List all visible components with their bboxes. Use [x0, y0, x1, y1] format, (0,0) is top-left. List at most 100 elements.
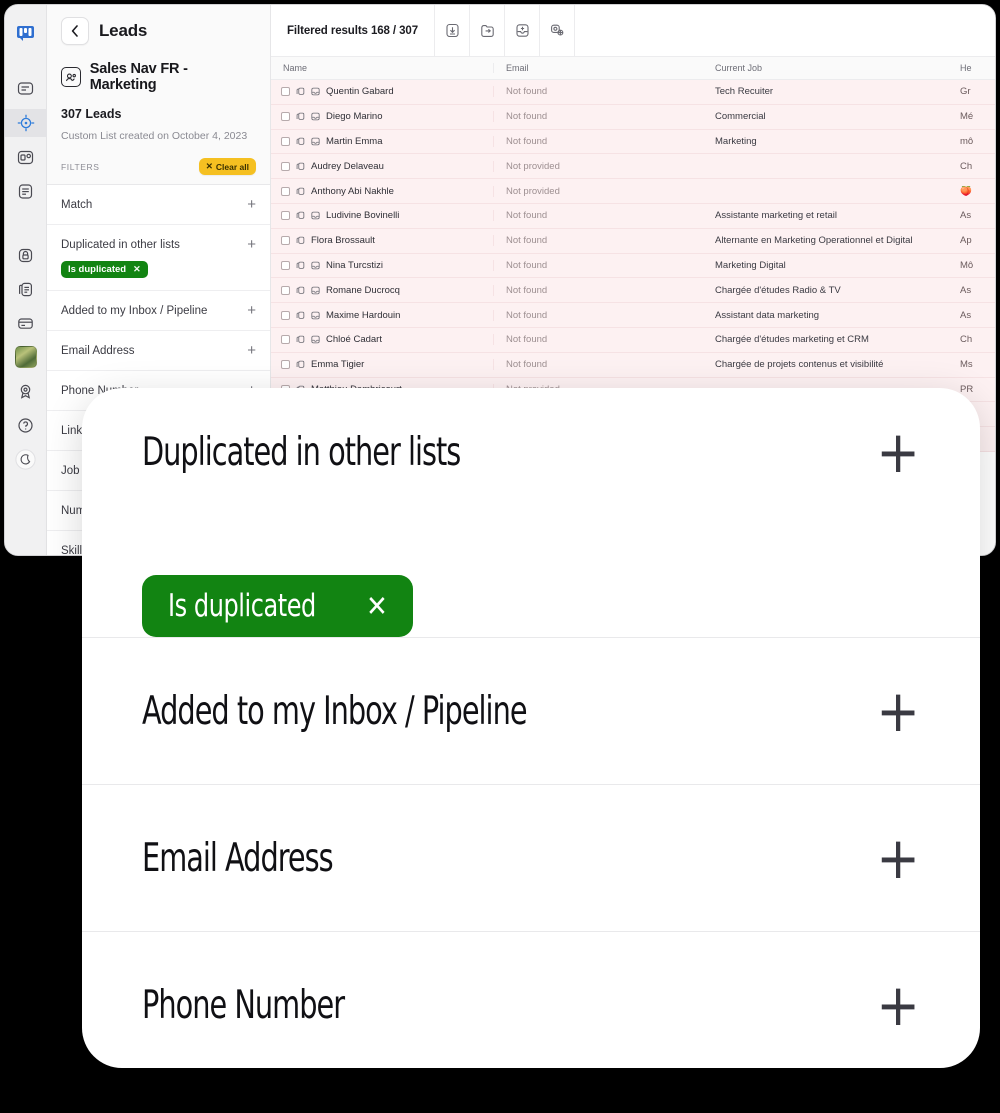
row-checkbox[interactable]	[281, 310, 290, 320]
avatar[interactable]	[12, 343, 40, 371]
table-row[interactable]: Emma Tigier Not found Chargée de projets c…	[271, 352, 995, 378]
cell-name[interactable]: Quentin Gabard	[271, 86, 493, 97]
cell-name[interactable]: Ludivine Bovinelli	[271, 210, 493, 221]
badge-award-icon[interactable]	[12, 377, 40, 405]
table-row[interactable]: Ludivine Bovinelli Not found Assistante ma…	[271, 203, 995, 229]
table-row[interactable]: Quentin Gabard Not found Tech Recuiter Gr	[271, 80, 995, 105]
inbox-icon[interactable]	[311, 311, 320, 320]
copy-icon[interactable]	[296, 211, 305, 220]
table-row[interactable]: Flora Brossault Not found Alternante en Ma…	[271, 228, 995, 254]
row-checkbox[interactable]	[281, 285, 290, 295]
plus-icon[interactable]: +	[247, 237, 256, 252]
cell-name[interactable]: Flora Brossault	[271, 235, 493, 246]
overlay-filter-row-inbox-pipeline[interactable]: Added to my Inbox / Pipeline +	[82, 638, 980, 785]
cell-name[interactable]: Anthony Abi Nakhle	[271, 186, 493, 197]
inbox-icon[interactable]	[311, 112, 320, 121]
plus-icon[interactable]: +	[876, 976, 920, 1034]
row-checkbox[interactable]	[281, 360, 290, 370]
add-to-list-icon[interactable]	[505, 5, 540, 56]
download-icon[interactable]	[435, 5, 470, 56]
copy-icon[interactable]	[296, 286, 305, 295]
copy-icon[interactable]	[296, 335, 305, 344]
plus-icon[interactable]: +	[876, 423, 920, 481]
plus-icon[interactable]: +	[876, 829, 920, 887]
copy-icon[interactable]	[296, 360, 305, 369]
copy-icon[interactable]	[296, 112, 305, 121]
cell-name[interactable]: Martin Emma	[271, 136, 493, 147]
column-header-headline[interactable]: He	[948, 63, 995, 73]
plus-icon[interactable]: +	[247, 303, 256, 318]
clear-all-button[interactable]: ✕ Clear all	[198, 158, 256, 175]
row-checkbox[interactable]	[281, 236, 290, 246]
cell-name[interactable]: Diego Marino	[271, 111, 493, 122]
cell-name[interactable]: Chloé Cadart	[271, 334, 493, 345]
cell-name[interactable]: Emma Tigier	[271, 359, 493, 370]
credit-card-icon[interactable]	[12, 309, 40, 337]
row-checkbox[interactable]	[281, 186, 290, 196]
overlay-filter-row-email-address[interactable]: Email Address +	[82, 785, 980, 932]
cell-name[interactable]: Maxime Hardouin	[271, 310, 493, 321]
table-row[interactable]: Martin Emma Not found Marketing mô	[271, 129, 995, 155]
copy-icon[interactable]	[296, 87, 305, 96]
filter-chip-is-duplicated[interactable]: Is duplicated ✕	[61, 261, 148, 278]
message-square-icon[interactable]	[12, 75, 40, 103]
inbox-icon[interactable]	[311, 211, 320, 220]
row-checkbox[interactable]	[281, 260, 290, 270]
copy-icon[interactable]	[296, 261, 305, 270]
copy-icon[interactable]	[296, 137, 305, 146]
close-icon[interactable]: ✕	[133, 264, 141, 275]
copy-icon[interactable]	[296, 162, 305, 171]
overlay-chip-is-duplicated[interactable]: Is duplicated ✕	[142, 575, 414, 637]
filter-row-duplicated[interactable]: Duplicated in other lists + Is duplicate…	[47, 225, 270, 291]
back-button[interactable]	[61, 17, 89, 45]
copy-document-icon[interactable]	[12, 275, 40, 303]
row-checkbox[interactable]	[281, 136, 290, 146]
filter-row-match[interactable]: Match +	[47, 185, 270, 225]
table-row[interactable]: Diego Marino Not found Commercial Mé	[271, 104, 995, 130]
column-header-name[interactable]: Name	[271, 63, 493, 73]
row-checkbox[interactable]	[281, 211, 290, 221]
document-lines-icon[interactable]	[12, 177, 40, 205]
inbox-icon[interactable]	[311, 87, 320, 96]
dashboard-icon[interactable]	[12, 143, 40, 171]
table-row[interactable]: Maxime Hardouin Not found Assistant data m…	[271, 303, 995, 328]
plus-icon[interactable]: +	[876, 682, 920, 740]
table-row[interactable]: Romane Ducrocq Not found Chargée d'études …	[271, 278, 995, 304]
target-crosshair-icon[interactable]	[5, 109, 47, 137]
cell-name[interactable]: Romane Ducrocq	[271, 285, 493, 296]
close-icon[interactable]: ✕	[366, 589, 388, 623]
copy-icon[interactable]	[296, 187, 305, 196]
row-checkbox[interactable]	[281, 161, 290, 171]
cell-name[interactable]: Nina Turcstizi	[271, 260, 493, 271]
cell-name[interactable]: Audrey Delaveau	[271, 161, 493, 172]
export-file-icon[interactable]	[470, 5, 505, 56]
inbox-icon[interactable]	[311, 137, 320, 146]
inbox-icon[interactable]	[311, 286, 320, 295]
crm-sync-icon[interactable]	[540, 5, 575, 56]
moon-icon[interactable]	[12, 445, 40, 473]
table-row[interactable]: Chloé Cadart Not found Chargée d'études ma…	[271, 327, 995, 353]
overlay-filter-row-duplicated[interactable]: Duplicated in other lists + Is duplicate…	[82, 388, 980, 638]
help-circle-icon[interactable]	[12, 411, 40, 439]
filter-row-inbox-pipeline[interactable]: Added to my Inbox / Pipeline +	[47, 291, 270, 331]
table-row[interactable]: Audrey Delaveau Not provided Ch	[271, 154, 995, 180]
filter-row-email-address[interactable]: Email Address +	[47, 331, 270, 371]
table-row[interactable]: Anthony Abi Nakhle Not provided 🍑	[271, 179, 995, 204]
copy-icon[interactable]	[296, 311, 305, 320]
plus-icon[interactable]: +	[247, 343, 256, 358]
column-header-current-job[interactable]: Current Job	[703, 63, 948, 73]
overlay-filter-row-phone-number[interactable]: Phone Number +	[82, 932, 980, 1068]
lock-icon[interactable]	[12, 241, 40, 269]
table-row[interactable]: Nina Turcstizi Not found Marketing Digital…	[271, 253, 995, 279]
trello-board-icon[interactable]	[12, 19, 40, 47]
row-checkbox[interactable]	[281, 335, 290, 345]
inbox-icon[interactable]	[311, 335, 320, 344]
inbox-icon[interactable]	[311, 261, 320, 270]
row-checkbox[interactable]	[281, 87, 290, 97]
plus-icon[interactable]: +	[247, 197, 256, 212]
column-header-email[interactable]: Email	[493, 63, 703, 73]
chip-label: Is duplicated	[68, 264, 127, 275]
copy-icon[interactable]	[296, 236, 305, 245]
row-checkbox[interactable]	[281, 112, 290, 122]
list-name-row[interactable]: Sales Nav FR - Marketing	[61, 61, 256, 93]
